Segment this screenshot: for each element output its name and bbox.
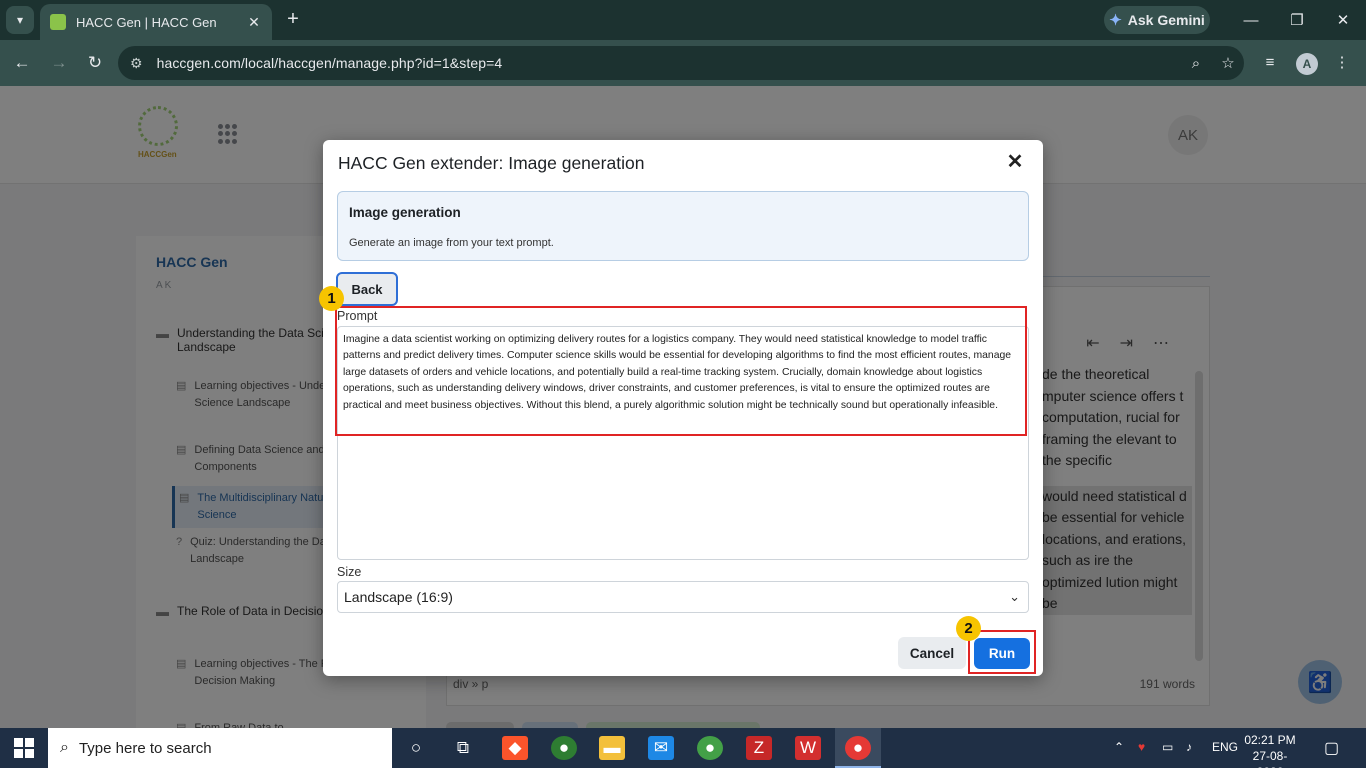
- info-description: Generate an image from your text prompt.: [349, 237, 554, 249]
- network-icon[interactable]: ▭: [1162, 740, 1173, 754]
- ask-gemini-button[interactable]: ✦ Ask Gemini: [1104, 6, 1210, 34]
- taskbar-search[interactable]: ⌕ Type here to search: [48, 728, 392, 768]
- chevron-down-icon: ⌄: [1009, 589, 1020, 604]
- windows-taskbar: ⌕ Type here to search ○ ⧉ ◆ ● ▬ ✉ ● Z W …: [0, 728, 1366, 768]
- notification-icon[interactable]: ▢: [1324, 738, 1339, 758]
- cancel-button[interactable]: Cancel: [898, 637, 966, 669]
- dialog-title: HACC Gen extender: Image generation: [338, 153, 645, 173]
- brave-browser-icon[interactable]: ◆: [502, 736, 528, 760]
- filezilla-icon[interactable]: Z: [746, 736, 772, 760]
- antivirus-icon[interactable]: ♥: [1138, 740, 1145, 754]
- browser-toolbar: ← → ↻ ⚙ haccgen.com/local/haccgen/manage…: [0, 40, 1366, 86]
- address-bar[interactable]: ⚙ haccgen.com/local/haccgen/manage.php?i…: [118, 46, 1244, 80]
- chrome-active-icon[interactable]: ●: [845, 736, 871, 760]
- task-view-icon[interactable]: ⧉: [450, 736, 476, 760]
- zoom-icon[interactable]: ⌕: [1180, 55, 1212, 72]
- back-button[interactable]: Back: [336, 272, 398, 306]
- browser-tab[interactable]: HACC Gen | HACC Gen ✕: [40, 4, 272, 40]
- bookmark-star-icon[interactable]: ☆: [1212, 54, 1244, 72]
- search-icon: ⌕: [60, 739, 69, 756]
- windows-start-icon[interactable]: [14, 738, 34, 758]
- step-marker-2: 2: [956, 616, 981, 641]
- wps-office-icon[interactable]: W: [795, 736, 821, 760]
- chrome-profile-icon[interactable]: ●: [697, 736, 723, 760]
- language-indicator[interactable]: ENG: [1212, 740, 1238, 754]
- tab-title: HACC Gen | HACC Gen: [76, 14, 217, 30]
- system-clock[interactable]: 02:21 PM 27-08-2026: [1240, 732, 1300, 768]
- cortana-icon[interactable]: ○: [403, 736, 429, 760]
- reload-icon[interactable]: ↻: [83, 51, 107, 75]
- restore-button[interactable]: ❐: [1274, 0, 1320, 40]
- mail-icon[interactable]: ✉: [648, 736, 674, 760]
- chrome-icon[interactable]: ●: [551, 736, 577, 760]
- tab-close-icon[interactable]: ✕: [246, 14, 262, 31]
- media-control-icon[interactable]: ≡: [1258, 51, 1282, 75]
- close-icon[interactable]: ✕: [1003, 150, 1027, 174]
- step-marker-1: 1: [319, 286, 344, 311]
- volume-icon[interactable]: ♪: [1186, 740, 1192, 754]
- size-label: Size: [337, 565, 362, 579]
- clock-time: 02:21 PM: [1244, 733, 1296, 747]
- info-panel: Image generation Generate an image from …: [337, 191, 1029, 261]
- back-arrow-icon[interactable]: ←: [10, 51, 34, 75]
- new-tab-button[interactable]: +: [282, 8, 304, 30]
- size-select[interactable]: Landscape (16:9) ⌄: [337, 581, 1029, 613]
- search-placeholder: Type here to search: [78, 739, 212, 757]
- file-explorer-icon[interactable]: ▬: [599, 736, 625, 760]
- info-title: Image generation: [349, 205, 461, 220]
- menu-kebab-icon[interactable]: ⋮: [1330, 51, 1354, 75]
- show-hidden-icons[interactable]: ⌃: [1114, 740, 1124, 754]
- browser-tab-bar: ▾ HACC Gen | HACC Gen ✕ + ✦ Ask Gemini —…: [0, 0, 1366, 40]
- site-info-icon[interactable]: ⚙: [130, 55, 143, 72]
- gemini-spark-icon: ✦: [1109, 12, 1122, 29]
- size-selected-value: Landscape (16:9): [344, 589, 453, 605]
- profile-avatar[interactable]: A: [1296, 53, 1318, 75]
- site-favicon-icon: [50, 14, 66, 30]
- clock-date: 27-08-2026: [1252, 749, 1288, 768]
- forward-arrow-icon[interactable]: →: [47, 51, 71, 75]
- minimize-button[interactable]: —: [1228, 0, 1274, 40]
- run-highlight-box: [968, 630, 1036, 674]
- tab-search-button[interactable]: ▾: [6, 6, 34, 34]
- window-close-button[interactable]: ✕: [1320, 0, 1366, 40]
- image-generation-dialog: HACC Gen extender: Image generation ✕ Im…: [319, 140, 1043, 676]
- url-text[interactable]: haccgen.com/local/haccgen/manage.php?id=…: [157, 55, 1180, 71]
- prompt-highlight-box: [335, 306, 1027, 436]
- ask-gemini-label: Ask Gemini: [1127, 12, 1205, 28]
